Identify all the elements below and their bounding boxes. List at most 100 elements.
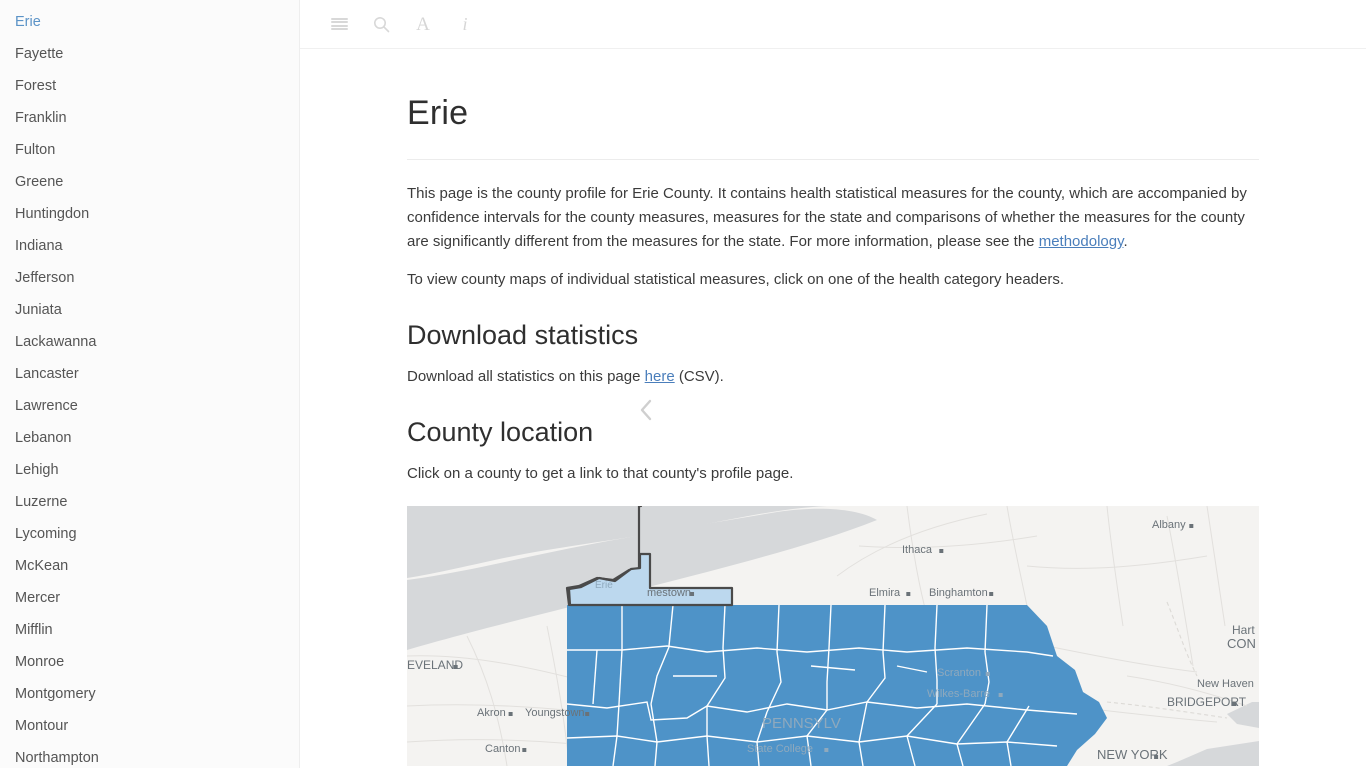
- sidebar-item-label: Fulton: [15, 142, 56, 158]
- intro-paragraph: This page is the county profile for Erie…: [407, 182, 1259, 254]
- county-location-heading: County location: [407, 417, 594, 447]
- sidebar-item-jefferson[interactable]: Jefferson: [0, 262, 299, 294]
- map-label: Binghamton: [929, 587, 988, 599]
- sidebar-item-mifflin[interactable]: Mifflin: [0, 614, 299, 646]
- sidebar-item-label: Lycoming: [15, 526, 77, 542]
- download-text-part2: (CSV).: [674, 368, 724, 385]
- sidebar-item-northampton[interactable]: Northampton: [0, 742, 299, 768]
- maps-note-paragraph: To view county maps of individual statis…: [407, 271, 1065, 288]
- map-label: NEW YORK: [1097, 747, 1168, 762]
- sidebar-item-mercer[interactable]: Mercer: [0, 582, 299, 614]
- map-label: CON: [1227, 636, 1256, 651]
- sidebar-item-monroe[interactable]: Monroe: [0, 646, 299, 678]
- toolbar: A i: [300, 0, 1366, 49]
- map-city-dot: [508, 712, 513, 716]
- map-label: Erie: [595, 580, 613, 591]
- county-location-map[interactable]: Erie mestown Ithaca Albany Elmira Binghamton E…: [407, 506, 1259, 766]
- map-pennsylvania-fill: [567, 605, 1107, 766]
- sidebar-item-label: McKean: [15, 558, 69, 574]
- sidebar-item-label: Erie: [15, 14, 41, 30]
- sidebar-item-label: Indiana: [15, 238, 63, 254]
- sidebar-item-indiana[interactable]: Indiana: [0, 230, 299, 262]
- sidebar-item-lebanon[interactable]: Lebanon: [0, 422, 299, 454]
- font-size-label: A: [416, 13, 430, 35]
- sidebar-item-label: Mercer: [15, 590, 61, 606]
- map-label: Elmira: [869, 587, 901, 599]
- sidebar-item-label: Lancaster: [15, 366, 79, 382]
- sidebar-item-label: Montgomery: [15, 686, 96, 702]
- map-city-dot: [1189, 524, 1194, 528]
- sidebar-item-forest[interactable]: Forest: [0, 70, 299, 102]
- methodology-link[interactable]: methodology: [1039, 233, 1124, 250]
- sidebar-item-erie[interactable]: Erie: [0, 6, 299, 38]
- map-city-dot: [998, 693, 1003, 697]
- map-label: Scranton: [937, 667, 981, 679]
- map-label: Hart: [1232, 623, 1255, 637]
- location-note-paragraph: Click on a county to get a link to that …: [407, 465, 794, 482]
- sidebar-item-label: Juniata: [15, 302, 62, 318]
- title-divider: [407, 159, 1259, 160]
- chevron-left-icon: [640, 399, 651, 421]
- sidebar-item-lawrence[interactable]: Lawrence: [0, 390, 299, 422]
- page-title: Erie: [407, 94, 469, 132]
- hamburger-menu-icon[interactable]: [318, 6, 360, 42]
- download-csv-link[interactable]: here: [645, 368, 675, 385]
- map-city-dot: [985, 672, 990, 676]
- map-label: Canton: [485, 743, 520, 755]
- sidebar-item-luzerne[interactable]: Luzerne: [0, 486, 299, 518]
- info-icon[interactable]: i: [444, 6, 486, 42]
- map-city-dot: [824, 748, 829, 752]
- sidebar-item-greene[interactable]: Greene: [0, 166, 299, 198]
- sidebar-item-label: Mifflin: [15, 622, 53, 638]
- map-label: mestown: [647, 587, 691, 599]
- sidebar-item-label: Lebanon: [15, 430, 72, 446]
- map-label: Albany: [1152, 519, 1186, 531]
- sidebar-item-juniata[interactable]: Juniata: [0, 294, 299, 326]
- map-city-dot: [453, 665, 458, 669]
- sidebar-item-lycoming[interactable]: Lycoming: [0, 518, 299, 550]
- county-list: Erie Fayette Forest Franklin Fulton Greene Hun…: [0, 6, 299, 768]
- county-sidebar[interactable]: Erie Fayette Forest Franklin Fulton Greene Hun…: [0, 0, 300, 768]
- font-size-icon[interactable]: A: [402, 6, 444, 42]
- sidebar-item-label: Lehigh: [15, 462, 59, 478]
- map-city-dot: [585, 712, 590, 716]
- sidebar-item-huntingdon[interactable]: Huntingdon: [0, 198, 299, 230]
- sidebar-item-label: Northampton: [15, 750, 99, 766]
- sidebar-item-label: Montour: [15, 718, 69, 734]
- sidebar-item-label: Jefferson: [15, 270, 75, 286]
- map-city-dot: [989, 592, 994, 596]
- sidebar-item-label: Monroe: [15, 654, 65, 670]
- info-label: i: [462, 14, 468, 34]
- sidebar-item-fulton[interactable]: Fulton: [0, 134, 299, 166]
- sidebar-item-lackawanna[interactable]: Lackawanna: [0, 326, 299, 358]
- previous-county-arrow[interactable]: [628, 392, 664, 428]
- map-label: Akron: [477, 707, 506, 719]
- sidebar-item-franklin[interactable]: Franklin: [0, 102, 299, 134]
- sidebar-item-label: Franklin: [15, 110, 67, 126]
- map-city-dot: [1154, 755, 1159, 759]
- sidebar-item-montgomery[interactable]: Montgomery: [0, 678, 299, 710]
- map-label: PENNSYLV: [762, 715, 841, 732]
- sidebar-item-mckean[interactable]: McKean: [0, 550, 299, 582]
- map-label: Ithaca: [902, 544, 933, 556]
- sidebar-item-label: Lackawanna: [15, 334, 97, 350]
- intro-text-part2: .: [1123, 233, 1128, 250]
- map-city-dot: [906, 592, 911, 596]
- sidebar-item-fayette[interactable]: Fayette: [0, 38, 299, 70]
- sidebar-item-label: Lawrence: [15, 398, 78, 414]
- sidebar-item-montour[interactable]: Montour: [0, 710, 299, 742]
- sidebar-item-lancaster[interactable]: Lancaster: [0, 358, 299, 390]
- map-label: New Haven: [1197, 678, 1254, 690]
- map-label: State College: [747, 743, 813, 755]
- county-profile-page: Erie This page is the county profile for…: [407, 49, 1259, 768]
- search-icon[interactable]: [360, 6, 402, 42]
- download-text-part1: Download all statistics on this page: [407, 368, 645, 385]
- sidebar-item-label: Luzerne: [15, 494, 68, 510]
- sidebar-item-label: Forest: [15, 78, 57, 94]
- sidebar-item-lehigh[interactable]: Lehigh: [0, 454, 299, 486]
- map-label: Youngstown: [525, 707, 585, 719]
- map-city-dot: [522, 748, 527, 752]
- sidebar-item-label: Greene: [15, 174, 64, 190]
- sidebar-item-label: Fayette: [15, 46, 64, 62]
- map-city-dot: [939, 549, 944, 553]
